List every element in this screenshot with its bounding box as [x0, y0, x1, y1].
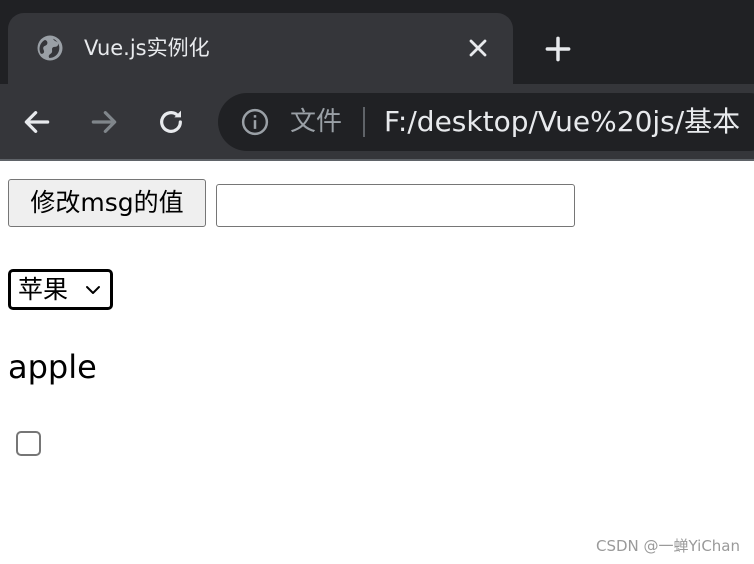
address-scheme-label: 文件	[290, 107, 343, 137]
info-icon[interactable]	[240, 107, 270, 137]
address-bar[interactable]: 文件 F:/desktop/Vue%20js/基本	[218, 93, 754, 151]
address-url[interactable]: F:/desktop/Vue%20js/基本	[384, 104, 740, 140]
csdn-watermark: CSDN @一蝉YiChan	[595, 537, 740, 555]
tab-strip: Vue.js实例化	[0, 0, 754, 84]
address-separator	[363, 107, 365, 137]
checkbox[interactable]	[16, 431, 41, 456]
fruit-select-value: 苹果	[18, 275, 69, 304]
browser-toolbar: 文件 F:/desktop/Vue%20js/基本	[0, 84, 754, 160]
active-tab[interactable]: Vue.js实例化	[8, 13, 513, 84]
page-content: 修改msg的值 苹果 apple CSDN @一蝉YiChan	[0, 161, 754, 564]
fruit-value-text: apple	[8, 348, 97, 386]
change-msg-button[interactable]: 修改msg的值	[8, 179, 206, 227]
globe-icon	[37, 35, 63, 61]
reload-icon[interactable]	[155, 106, 187, 138]
arrow-left-icon[interactable]	[21, 106, 53, 138]
close-icon[interactable]	[464, 34, 492, 62]
msg-input[interactable]	[216, 184, 575, 227]
fruit-select[interactable]: 苹果	[8, 269, 113, 310]
new-tab-plus-icon[interactable]	[542, 33, 574, 65]
chevron-down-icon	[86, 286, 100, 294]
arrow-right-icon[interactable]	[88, 106, 120, 138]
tab-title: Vue.js实例化	[84, 36, 210, 60]
